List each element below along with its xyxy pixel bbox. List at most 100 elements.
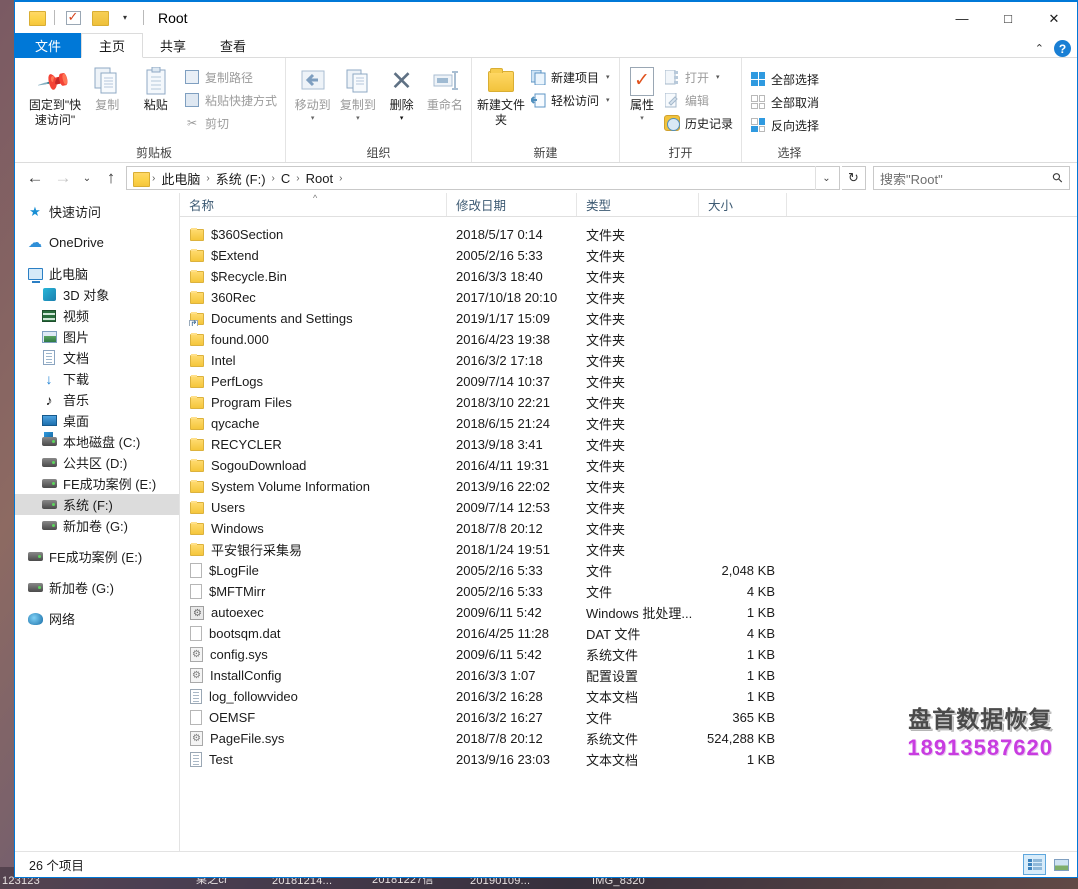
table-row[interactable]: qycache 2018/6/15 21:24 文件夹 — [180, 413, 1077, 434]
table-row[interactable]: System Volume Information 2013/9/16 22:02… — [180, 476, 1077, 497]
table-row[interactable]: SogouDownload 2016/4/11 19:31 文件夹 — [180, 455, 1077, 476]
sidebar-item-desktop[interactable]: 桌面 — [15, 410, 179, 431]
sidebar-item-network[interactable]: 网络 — [15, 608, 179, 629]
sidebar-item-drive-e[interactable]: FE成功案例 (E:) — [15, 473, 179, 494]
sidebar-item-music[interactable]: ♪ 音乐 — [15, 389, 179, 410]
chevron-down-icon[interactable]: ▾ — [400, 111, 404, 126]
table-row[interactable]: Documents and Settings 2019/1/17 15:09 文件夹 — [180, 308, 1077, 329]
sidebar-item-videos[interactable]: 视频 — [15, 305, 179, 326]
chevron-down-icon[interactable]: ▾ — [606, 96, 610, 104]
table-row[interactable]: InstallConfig 2016/3/3 1:07 配置设置 1 KB — [180, 665, 1077, 686]
paste-shortcut-button[interactable]: 粘贴快捷方式 — [180, 89, 281, 111]
paste-button[interactable]: 粘贴 — [131, 64, 180, 113]
chevron-down-icon[interactable]: ▾ — [640, 111, 644, 126]
navigation-pane[interactable]: ★ 快速访问 ☁ OneDrive 此电脑 3D 对象 视频 图片 文档 ↓ 下… — [15, 193, 180, 851]
table-row[interactable]: 平安银行采集易 2018/1/24 19:51 文件夹 — [180, 539, 1077, 560]
sidebar-item-root-drive-e[interactable]: FE成功案例 (E:) — [15, 546, 179, 567]
sidebar-item-drive-g[interactable]: 新加卷 (G:) — [15, 515, 179, 536]
rename-button[interactable]: 重命名 — [423, 64, 467, 113]
help-icon[interactable]: ? — [1054, 40, 1071, 57]
sidebar-item-this-pc[interactable]: 此电脑 — [15, 263, 179, 284]
table-row[interactable]: $MFTMirr 2005/2/16 5:33 文件 4 KB — [180, 581, 1077, 602]
copy-to-button[interactable]: 复制到 ▾ — [335, 64, 380, 126]
breadcrumb-c[interactable]: C — [276, 171, 295, 186]
breadcrumb-drive-f[interactable]: 系统 (F:) — [211, 169, 271, 188]
edit-button[interactable]: 编辑 — [660, 89, 737, 111]
chevron-down-icon[interactable]: ▾ — [716, 73, 720, 81]
delete-button[interactable]: ✕ 删除 ▾ — [380, 64, 422, 126]
deselect-all-button[interactable]: 全部取消 — [746, 91, 823, 113]
chevron-down-icon[interactable]: ▾ — [112, 5, 138, 31]
history-button[interactable]: 历史记录 — [660, 112, 737, 134]
table-row[interactable]: 360Rec 2017/10/18 20:10 文件夹 — [180, 287, 1077, 308]
sidebar-item-3d-objects[interactable]: 3D 对象 — [15, 284, 179, 305]
table-row[interactable]: config.sys 2009/6/11 5:42 系统文件 1 KB — [180, 644, 1077, 665]
column-header-date[interactable]: 修改日期 — [447, 193, 577, 216]
large-icons-view-button[interactable] — [1050, 854, 1073, 875]
forward-button[interactable]: → — [50, 166, 76, 190]
table-row[interactable]: found.000 2016/4/23 19:38 文件夹 — [180, 329, 1077, 350]
sidebar-item-pictures[interactable]: 图片 — [15, 326, 179, 347]
sidebar-item-quick-access[interactable]: ★ 快速访问 — [15, 201, 179, 222]
sidebar-item-documents[interactable]: 文档 — [15, 347, 179, 368]
sidebar-item-downloads[interactable]: ↓ 下载 — [15, 368, 179, 389]
sidebar-item-onedrive[interactable]: ☁ OneDrive — [15, 232, 179, 253]
open-button[interactable]: 打开 ▾ — [660, 66, 737, 88]
tab-share[interactable]: 共享 — [143, 33, 203, 58]
tab-view[interactable]: 查看 — [203, 33, 263, 58]
properties-checkbox-icon[interactable] — [60, 5, 86, 31]
table-row[interactable]: Windows 2018/7/8 20:12 文件夹 — [180, 518, 1077, 539]
table-row[interactable]: Intel 2016/3/2 17:18 文件夹 — [180, 350, 1077, 371]
move-to-button[interactable]: 移动到 ▾ — [290, 64, 335, 126]
chevron-down-icon[interactable]: ▾ — [311, 111, 315, 126]
table-row[interactable]: $Recycle.Bin 2016/3/3 18:40 文件夹 — [180, 266, 1077, 287]
recent-locations-icon[interactable]: ⌄ — [78, 166, 96, 190]
details-view-button[interactable] — [1023, 854, 1046, 875]
invert-selection-button[interactable]: 反向选择 — [746, 114, 823, 136]
table-row[interactable]: Users 2009/7/14 12:53 文件夹 — [180, 497, 1077, 518]
new-folder-icon[interactable] — [86, 5, 112, 31]
table-row[interactable]: bootsqm.dat 2016/4/25 11:28 DAT 文件 4 KB — [180, 623, 1077, 644]
cut-button[interactable]: ✂ 剪切 — [180, 112, 281, 134]
new-item-button[interactable]: 新建项目 ▾ — [526, 66, 614, 88]
address-dropdown-icon[interactable]: ⌄ — [815, 166, 837, 190]
address-bar[interactable]: › 此电脑 › 系统 (F:) › C › Root › ⌄ — [126, 166, 840, 190]
breadcrumb-root[interactable]: Root — [301, 171, 338, 186]
chevron-up-icon[interactable]: ⌃ — [1035, 42, 1044, 55]
up-button[interactable]: ↑ — [98, 166, 124, 190]
copy-path-button[interactable]: 复制路径 — [180, 66, 281, 88]
column-header-name[interactable]: ^ 名称 — [180, 193, 447, 216]
chevron-down-icon[interactable]: ▾ — [356, 111, 360, 126]
chevron-down-icon[interactable]: ▾ — [606, 73, 610, 81]
sidebar-item-drive-d[interactable]: 公共区 (D:) — [15, 452, 179, 473]
maximize-button[interactable]: □ — [985, 2, 1031, 35]
new-folder-button[interactable]: 新建文件夹 — [476, 64, 526, 128]
copy-button[interactable]: 复制 — [83, 64, 132, 113]
sidebar-item-root-drive-g[interactable]: 新加卷 (G:) — [15, 577, 179, 598]
table-row[interactable]: PerfLogs 2009/7/14 10:37 文件夹 — [180, 371, 1077, 392]
column-header-type[interactable]: 类型 — [577, 193, 699, 216]
tab-file[interactable]: 文件 — [15, 33, 82, 58]
sidebar-item-local-disk-c[interactable]: 本地磁盘 (C:) — [15, 431, 179, 452]
table-row[interactable]: $360Section 2018/5/17 0:14 文件夹 — [180, 224, 1077, 245]
table-row[interactable]: RECYCLER 2013/9/18 3:41 文件夹 — [180, 434, 1077, 455]
breadcrumb-this-pc[interactable]: 此电脑 — [156, 169, 205, 188]
sidebar-item-drive-f[interactable]: 系统 (F:) — [15, 494, 179, 515]
properties-button[interactable]: 属性 ▾ — [624, 64, 660, 126]
select-all-button[interactable]: 全部选择 — [746, 68, 823, 90]
tab-home[interactable]: 主页 — [81, 33, 144, 58]
search-box[interactable]: 搜索"Root" ⚲ — [873, 166, 1070, 190]
close-button[interactable]: ✕ — [1031, 2, 1077, 35]
table-row[interactable]: Program Files 2018/3/10 22:21 文件夹 — [180, 392, 1077, 413]
table-row[interactable]: $LogFile 2005/2/16 5:33 文件 2,048 KB — [180, 560, 1077, 581]
file-date-cell: 2009/7/14 12:53 — [456, 500, 550, 515]
easy-access-button[interactable]: 轻松访问 ▾ — [526, 89, 614, 111]
back-button[interactable]: ← — [22, 166, 48, 190]
table-row[interactable]: autoexec 2009/6/11 5:42 Windows 批处理... 1 KB — [180, 602, 1077, 623]
minimize-button[interactable]: — — [939, 2, 985, 35]
refresh-button[interactable]: ↻ — [842, 166, 866, 190]
column-header-size[interactable]: 大小 — [699, 193, 787, 216]
folder-icon[interactable] — [23, 5, 49, 31]
pin-to-quick-access-button[interactable]: 📌 固定到"快速访问" — [27, 63, 83, 128]
table-row[interactable]: $Extend 2005/2/16 5:33 文件夹 — [180, 245, 1077, 266]
